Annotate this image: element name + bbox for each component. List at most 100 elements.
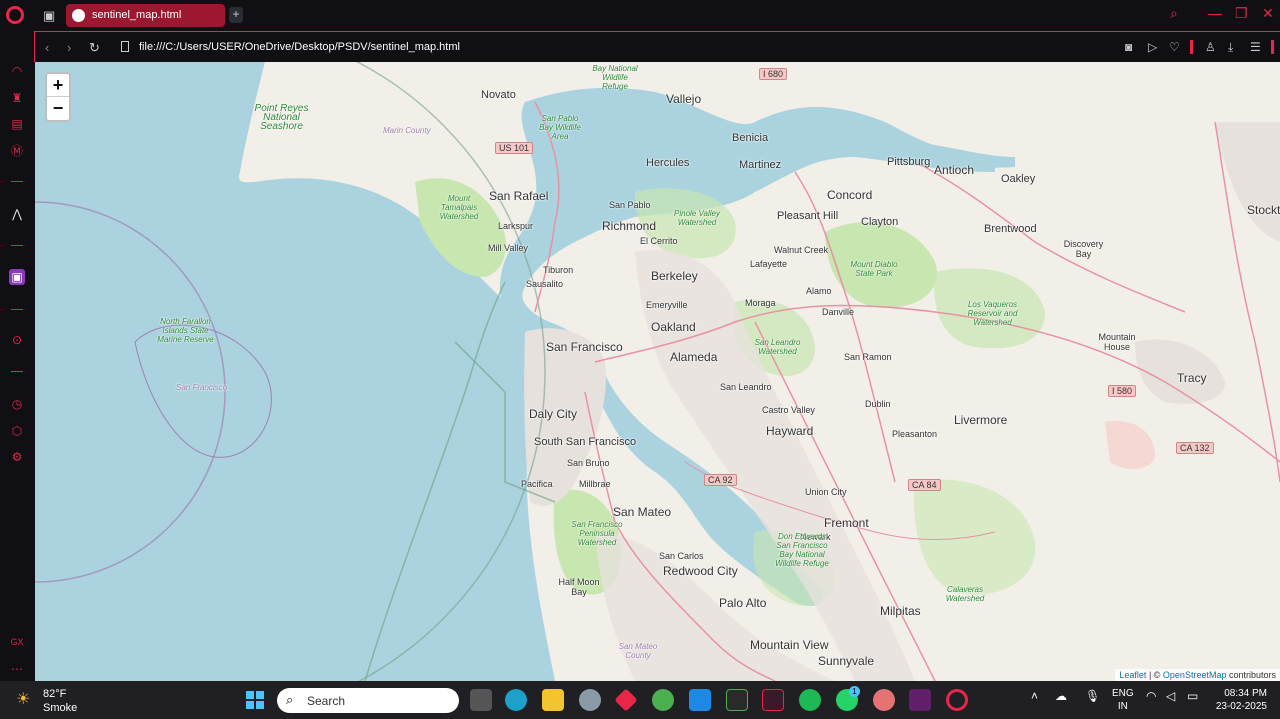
battery-icon[interactable]: ▭ [1187,689,1198,703]
snapshot-icon[interactable]: ◙ [1125,40,1132,54]
map-label: Tracy [1177,371,1207,385]
attribution-separator: | © [1146,670,1163,680]
start-button[interactable] [246,691,264,709]
opera-gx-icon[interactable] [946,689,968,711]
file-icon [121,41,129,52]
url-field[interactable]: file:///C:/Users/USER/OneDrive/Desktop/P… [139,41,460,53]
map-label: Fremont [824,516,869,530]
sidebar-separator [11,309,23,310]
map-label: Pleasant Hill [777,210,839,222]
map-label: Clayton [861,216,899,228]
twitch-icon[interactable]: ▣ [9,269,25,285]
map-label: San Rafael [489,189,549,203]
download-icon[interactable]: ⤓ [1228,40,1233,55]
microphone-icon[interactable]: 🎙 [1085,689,1100,703]
clion-icon[interactable] [726,689,748,711]
search-icon: ⌕ [286,692,294,707]
park-label: Don Edwards San Francisco Bay National W… [775,532,829,568]
chrome-profile-icon[interactable] [873,689,895,711]
player-icon[interactable]: ⊙ [9,332,25,348]
send-icon[interactable]: ▷ [1148,40,1157,54]
onedrive-icon[interactable]: ☁ [1055,689,1067,703]
highway-shield: US 101 [495,142,534,154]
park-label: Mount Diablo State Park [850,260,898,278]
map-label: Benicia [732,132,769,144]
map-attribution: Leaflet | © OpenStreetMap contributors [1115,669,1280,681]
easy-setup-icon[interactable]: ☰ [1250,40,1261,54]
highway-shield: I 680 [759,68,788,80]
leaflet-link[interactable]: Leaflet [1119,670,1146,680]
map-label: Mountain House [1098,332,1136,352]
map-label: Sausalito [526,279,564,289]
extensions-icon[interactable]: ⬡ [9,423,25,439]
language-indicator[interactable]: ENG IN [1112,687,1134,713]
more-icon[interactable]: ⋯ [9,661,25,677]
map-label: Marin County [383,126,431,135]
task-view-icon[interactable] [470,689,492,711]
leaflet-map[interactable]: Novato Vallejo Benicia Hercules Martinez… [35,62,1280,681]
history-icon[interactable]: ◷ [9,396,25,412]
tab-sentinel-map[interactable]: sentinel_map.html [66,4,225,27]
new-tab-button[interactable]: + [229,7,243,23]
close-button[interactable]: ✕ [1262,5,1274,22]
minimize-button[interactable]: — [1208,5,1222,21]
map-label: San Mateo County [618,642,658,660]
taskbar-search[interactable]: ⌕ Search [277,688,459,713]
map-label: San Leandro [720,382,772,392]
map-label: Brentwood [984,223,1037,235]
anydesk-icon[interactable] [614,688,638,712]
map-label: Dublin [865,399,891,409]
map-label: Pittsburg [887,156,931,168]
heart-icon[interactable]: ♡ [1169,40,1180,54]
map-label: Concord [827,188,873,202]
map-label: Pacifica [521,479,553,489]
opera-logo-icon[interactable] [6,6,24,24]
app-icon[interactable]: ⋀ [9,206,25,222]
osm-link[interactable]: OpenStreetMap [1163,670,1227,680]
file-explorer-icon[interactable] [542,689,564,711]
chrome-icon[interactable] [652,689,674,711]
vscode-icon[interactable] [689,689,711,711]
map-label: Millbrae [579,479,611,489]
map-label: San Carlos [659,551,704,561]
park-label: San Leandro Watershed [754,338,801,356]
highway-shield: CA 92 [704,474,737,486]
zoom-out-button[interactable]: − [47,97,69,120]
back-icon[interactable]: ‹ [45,40,49,55]
map-label: Daly City [529,407,578,421]
map-label: Palo Alto [719,596,767,610]
aria-icon[interactable]: ◠ [9,63,25,79]
park-label: San Pablo Bay Wildlife Area [539,114,581,141]
settings-icon[interactable]: ⚙ [9,449,25,465]
volume-icon[interactable]: ◁ [1166,689,1175,703]
reload-icon[interactable]: ↻ [89,40,100,56]
wifi-icon[interactable]: ◠ [1146,689,1156,703]
edge-icon[interactable] [505,689,527,711]
gx-icon[interactable]: GX [9,634,25,650]
map-label: Redwood City [663,564,738,578]
zoom-in-button[interactable]: + [47,74,69,97]
mail-icon[interactable]: Ⓜ [9,143,25,159]
map-label: San Francisco [176,383,228,392]
map-label: Oakland [651,320,696,334]
clock[interactable]: 08:34 PM 23-02-2025 [1213,687,1267,713]
park-label: San Francisco Peninsula Watershed [571,520,623,547]
settings-app-icon[interactable] [579,689,601,711]
search-tabs-icon[interactable]: ⌕ [1170,5,1178,22]
news-icon[interactable]: ▤ [9,116,25,132]
maximize-button[interactable]: ❐ [1235,5,1248,22]
map-label: Alamo [806,286,832,296]
chevron-up-icon[interactable]: ˄ [1031,689,1038,703]
weather-condition: Smoke [43,702,78,714]
map-label: Walnut Creek [774,245,829,255]
slack-icon[interactable] [909,689,931,711]
forward-icon[interactable]: › [67,40,71,55]
tab-islands-icon[interactable]: ▣ [43,8,59,23]
map-label: Vallejo [666,92,702,106]
profile-icon[interactable]: ♙ [1205,40,1216,54]
crypto-wallet-icon[interactable]: ♜ [9,90,25,106]
map-label: Moraga [745,298,776,308]
map-label: Mill Valley [488,243,528,253]
spotify-icon[interactable] [799,689,821,711]
vegas-icon[interactable] [762,689,784,711]
